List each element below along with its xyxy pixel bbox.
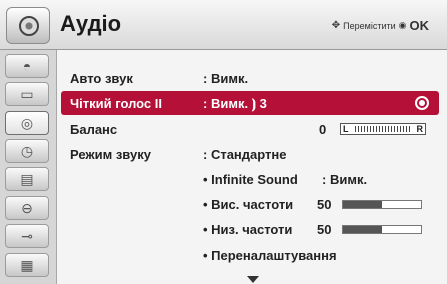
submenu-item-treble[interactable]: • Вис. частоти 50: [57, 192, 447, 216]
level-fill: [343, 201, 382, 208]
audio-icon: [6, 7, 50, 44]
balance-slider[interactable]: L R: [340, 123, 426, 135]
input-icon[interactable]: ⊸: [5, 224, 49, 248]
option-icon[interactable]: ▤: [5, 167, 49, 191]
menu-item-balance[interactable]: Баланс 0 L R: [57, 117, 447, 141]
dpad-icon: ✥: [331, 20, 341, 31]
ok-label: OK: [409, 18, 430, 33]
submenu-item-bass[interactable]: • Низ. частоти 50: [57, 217, 447, 241]
balance-left-label: L: [343, 124, 349, 134]
picture-icon[interactable]: ◓: [5, 54, 49, 78]
category-sidebar: ◓ ▭ ◎ ◷ ▤ ⊖ ⊸ ▦: [0, 50, 57, 284]
menu-item-label: Чіткий голос II: [70, 96, 162, 111]
submenu-item-label: • Infinite Sound: [203, 172, 298, 187]
menu-item-label: Режим звуку: [70, 147, 151, 162]
navigation-hint: ✥ Перемістити ◉ OK: [332, 18, 429, 33]
bass-level-bar[interactable]: [342, 225, 422, 234]
balance-right-label: R: [416, 124, 424, 134]
menu-item-value: : Вимк. ⦘ 3: [203, 96, 267, 111]
usb-icon[interactable]: ▦: [5, 253, 49, 277]
submenu-item-value: 50: [317, 197, 332, 212]
menu-item-sound-mode[interactable]: Режим звуку : Стандартне: [57, 142, 447, 166]
lock-icon[interactable]: ⊖: [5, 196, 49, 220]
audio-settings: Авто звук : Вимк. Чіткий голос II : Вимк…: [57, 50, 447, 284]
audio-icon[interactable]: ◎: [5, 111, 49, 135]
monitor-icon[interactable]: ▭: [5, 82, 49, 106]
move-hint-label: Перемістити: [343, 20, 396, 31]
select-radio-icon: [415, 96, 429, 110]
treble-level-bar[interactable]: [342, 200, 422, 209]
balance-value: 0: [319, 122, 327, 137]
menu-header: Аудіо ✥ Перемістити ◉ OK: [0, 0, 447, 50]
ok-circle-icon: ◉: [398, 20, 407, 30]
menu-item-label: Авто звук: [70, 71, 133, 86]
level-fill: [343, 226, 382, 233]
scroll-down-arrow-icon[interactable]: [247, 276, 259, 283]
submenu-item-label: • Переналаштування: [203, 248, 337, 263]
tv-menu: Аудіо ✥ Перемістити ◉ OK ◓ ▭ ◎ ◷ ▤ ⊖ ⊸ ▦…: [0, 0, 447, 284]
clock-icon[interactable]: ◷: [5, 139, 49, 163]
submenu-item-infinite-sound[interactable]: • Infinite Sound : Вимк.: [57, 167, 447, 191]
balance-ticks: [355, 126, 411, 132]
submenu-item-value: 50: [317, 222, 332, 237]
submenu-item-reset[interactable]: • Переналаштування: [57, 243, 447, 267]
menu-item-label: Баланс: [70, 122, 118, 137]
submenu-item-label: • Вис. частоти: [203, 197, 294, 212]
menu-item-auto-sound[interactable]: Авто звук : Вимк.: [57, 66, 447, 90]
submenu-item-label: • Низ. частоти: [203, 222, 293, 237]
menu-item-value: : Вимк.: [203, 71, 249, 86]
page-title: Аудіо: [60, 11, 122, 36]
menu-item-clear-voice[interactable]: Чіткий голос II : Вимк. ⦘ 3: [61, 91, 439, 115]
submenu-item-value: : Вимк.: [322, 172, 368, 187]
menu-item-value: : Стандартне: [203, 147, 287, 162]
